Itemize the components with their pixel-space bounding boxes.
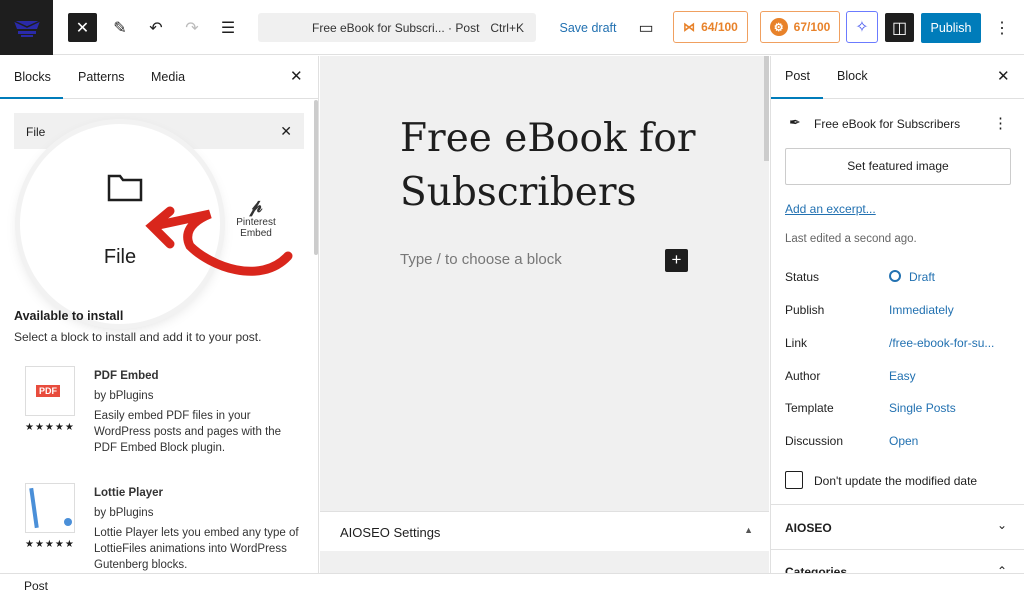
red-arrow-annotation bbox=[145, 206, 293, 276]
seo-score: 64/100 bbox=[701, 20, 738, 34]
pdf-embed-icon: PDF bbox=[25, 366, 75, 416]
rating-stars: ★★★★★ bbox=[25, 539, 75, 550]
status-label: Status bbox=[785, 270, 820, 284]
publish-label: Publish bbox=[785, 303, 825, 317]
plugin-author: by bPlugins bbox=[94, 507, 154, 519]
active-tab-indicator bbox=[771, 97, 823, 99]
plugin-desc: Lottie Player lets you embed any type of… bbox=[94, 527, 299, 571]
sidebar-tabs: Post Block ✕ bbox=[771, 56, 1024, 99]
inserter-tabs: Blocks Patterns Media ✕ bbox=[0, 56, 318, 99]
redo-icon[interactable]: ↷ bbox=[180, 13, 204, 42]
available-desc: Select a block to install and add it to … bbox=[14, 330, 262, 344]
plugin-pdf-embed[interactable]: PDF Embed by bPlugins Easily embed PDF fil… bbox=[94, 368, 294, 456]
panel-title: Categories bbox=[785, 565, 848, 573]
site-logo[interactable] bbox=[0, 0, 53, 55]
tab-media[interactable]: Media bbox=[151, 70, 185, 84]
settings-sidebar-toggle[interactable]: ◫ bbox=[885, 13, 914, 42]
chevron-up-icon: ⌃ bbox=[996, 564, 1007, 573]
last-edited-text: Last edited a second ago. bbox=[785, 233, 917, 245]
seo-logo-icon: ⋈ bbox=[683, 20, 696, 34]
close-inserter-button[interactable]: ✕ bbox=[68, 13, 97, 42]
tab-blocks[interactable]: Blocks bbox=[14, 70, 51, 84]
author-label: Author bbox=[785, 369, 821, 383]
tab-patterns[interactable]: Patterns bbox=[78, 70, 125, 84]
post-title[interactable]: Free eBook for Subscribers bbox=[400, 112, 700, 220]
plugin-name: PDF Embed bbox=[94, 370, 159, 382]
aioseo-panel[interactable]: AIOSEO ⌄ bbox=[771, 504, 1024, 550]
set-featured-image-button[interactable]: Set featured image bbox=[785, 148, 1011, 185]
add-excerpt-link[interactable]: Add an excerpt... bbox=[785, 202, 876, 216]
aioseo-score: 67/100 bbox=[793, 20, 831, 34]
undo-icon[interactable]: ↶ bbox=[144, 13, 168, 42]
scrollbar[interactable] bbox=[764, 56, 769, 161]
editor-canvas: Free eBook for Subscribers Type / to cho… bbox=[320, 56, 769, 573]
draft-icon bbox=[889, 270, 901, 282]
template-value[interactable]: Single Posts bbox=[889, 401, 956, 415]
pencil-tool-icon[interactable]: ✎ bbox=[108, 13, 132, 42]
close-icon[interactable]: ✕ bbox=[997, 67, 1010, 85]
publish-button[interactable]: Publish bbox=[921, 13, 981, 43]
plugin-desc: Easily embed PDF files in your WordPress… bbox=[94, 410, 282, 454]
command-text: Free eBook for Subscri... · Post bbox=[312, 21, 480, 35]
panel-title: AIOSEO bbox=[785, 521, 832, 535]
ai-wand-button[interactable]: ✧ bbox=[846, 11, 878, 43]
top-toolbar: ✕ ✎ ↶ ↷ ☰ Free eBook for Subscri... · Po… bbox=[0, 0, 1024, 55]
available-heading: Available to install bbox=[14, 309, 124, 323]
lottie-player-icon bbox=[25, 483, 75, 533]
save-draft-button[interactable]: Save draft bbox=[556, 13, 620, 42]
author-value[interactable]: Easy bbox=[889, 369, 916, 383]
plugin-name: Lottie Player bbox=[94, 487, 164, 499]
scrollbar[interactable] bbox=[314, 100, 318, 255]
discussion-label: Discussion bbox=[785, 434, 844, 448]
chevron-down-icon: ⌄ bbox=[996, 518, 1007, 532]
post-feather-icon: ✒ bbox=[789, 114, 801, 130]
tab-block[interactable]: Block bbox=[837, 69, 868, 83]
settings-sidebar: Post Block ✕ ✒ Free eBook for Subscriber… bbox=[770, 56, 1024, 573]
shortcut-text: Ctrl+K bbox=[490, 21, 524, 35]
status-text: Draft bbox=[909, 270, 936, 284]
add-block-button[interactable]: + bbox=[665, 249, 688, 272]
template-label: Template bbox=[785, 401, 834, 415]
plugin-author: by bPlugins bbox=[94, 390, 154, 402]
rating-stars: ★★★★★ bbox=[25, 422, 75, 433]
discussion-value[interactable]: Open bbox=[889, 434, 918, 448]
folder-icon bbox=[107, 174, 143, 202]
aioseo-settings-panel[interactable]: AIOSEO Settings ▲ bbox=[320, 511, 769, 551]
panel-title: AIOSEO Settings bbox=[340, 525, 441, 540]
post-actions-icon[interactable]: ⋮ bbox=[993, 114, 1008, 132]
modified-date-checkbox[interactable] bbox=[785, 471, 803, 489]
post-summary-title: Free eBook for Subscribers bbox=[814, 117, 961, 131]
breadcrumb-post[interactable]: Post bbox=[24, 579, 48, 593]
document-overview-icon[interactable]: ☰ bbox=[216, 13, 240, 42]
seo-score-button[interactable]: ⋈ 64/100 bbox=[673, 11, 748, 43]
preview-device-icon[interactable]: ▭ bbox=[634, 13, 658, 42]
status-value[interactable]: Draft bbox=[889, 270, 935, 284]
active-tab-indicator bbox=[0, 97, 63, 99]
close-icon[interactable]: ✕ bbox=[290, 67, 303, 85]
caret-up-icon: ▲ bbox=[744, 525, 753, 535]
link-label: Link bbox=[785, 336, 808, 350]
search-value: File bbox=[26, 125, 46, 139]
checkbox-label: Don't update the modified date bbox=[814, 474, 978, 488]
aioseo-score-button[interactable]: ⚙ 67/100 bbox=[760, 11, 840, 43]
options-menu-icon[interactable]: ⋮ bbox=[992, 13, 1012, 42]
footer-breadcrumb: Post bbox=[0, 573, 1024, 595]
clear-search-icon[interactable]: ✕ bbox=[280, 123, 292, 140]
categories-panel[interactable]: Categories ⌃ bbox=[771, 550, 1024, 573]
link-value[interactable]: /free-ebook-for-su... bbox=[889, 336, 994, 350]
aioseo-logo-icon: ⚙ bbox=[769, 18, 788, 36]
block-inserter: Blocks Patterns Media ✕ File ✕ 𝓅 Pinterest… bbox=[0, 56, 319, 573]
plugin-lottie-player[interactable]: Lottie Player by bPlugins Lottie Player le… bbox=[94, 485, 304, 573]
command-palette[interactable]: Free eBook for Subscri... · Post Ctrl+K bbox=[258, 13, 536, 42]
block-placeholder[interactable]: Type / to choose a block bbox=[400, 251, 562, 268]
tab-post[interactable]: Post bbox=[785, 69, 810, 83]
publish-value[interactable]: Immediately bbox=[889, 303, 954, 317]
